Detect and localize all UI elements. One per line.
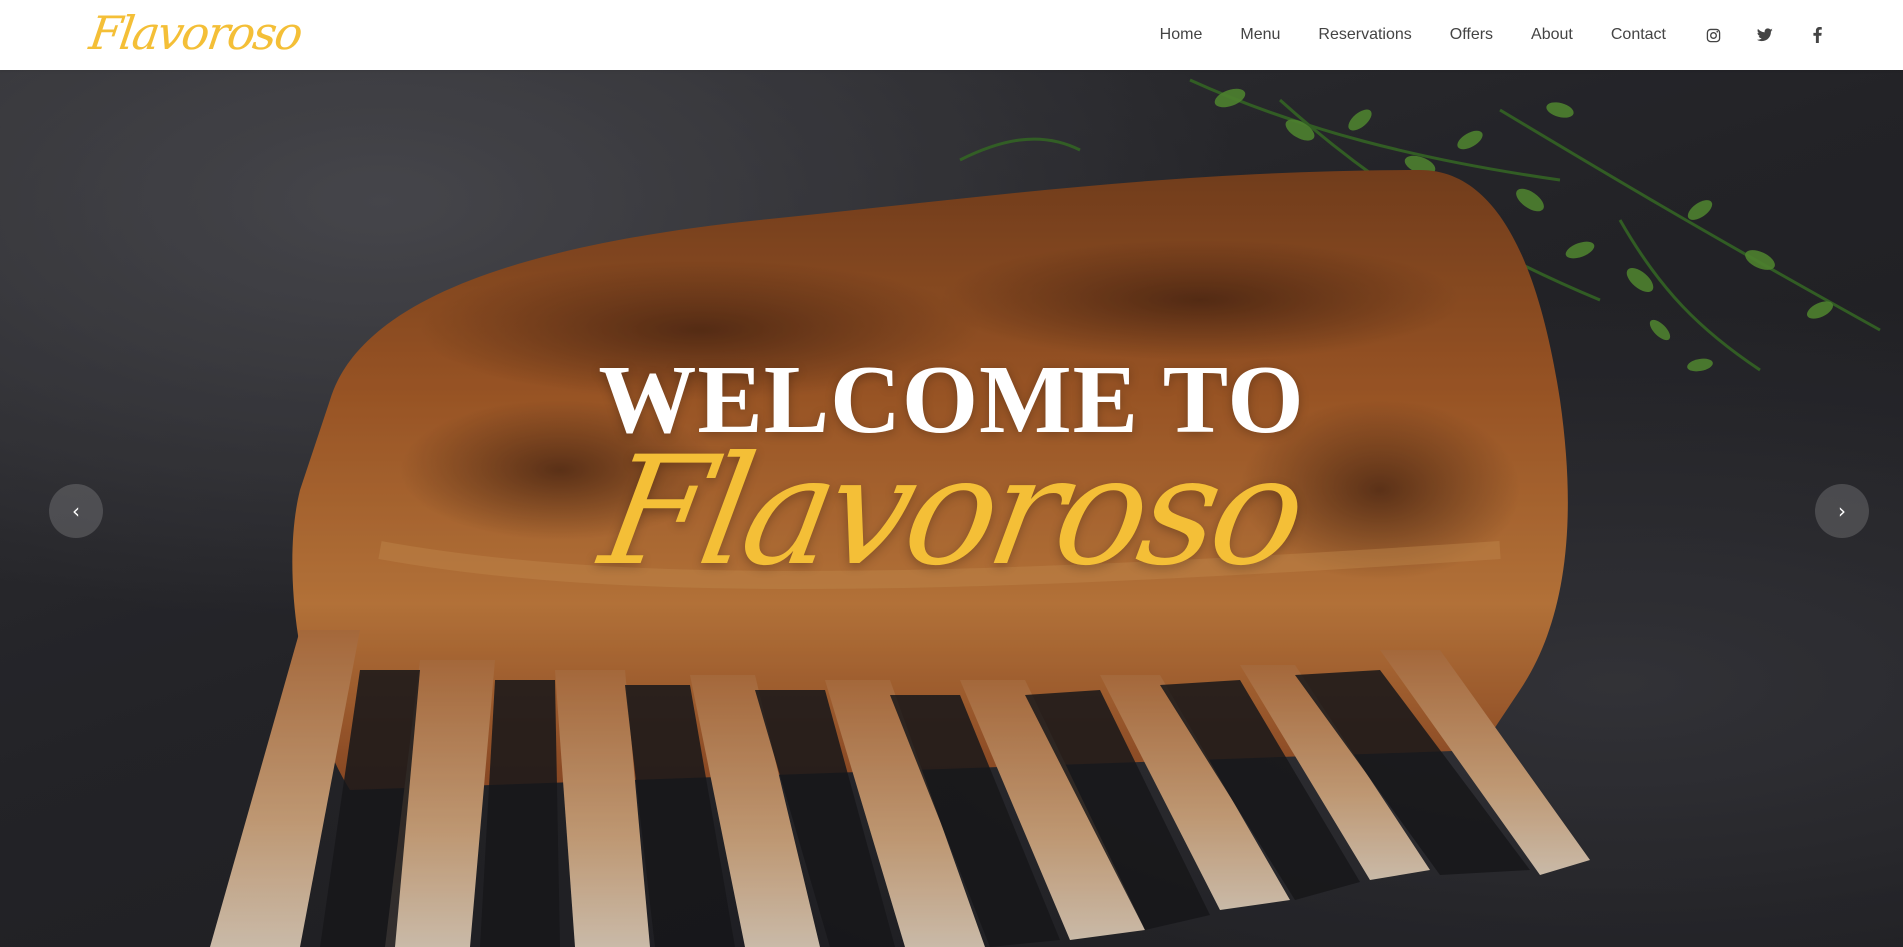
brand-logo[interactable]: Flavoroso (86, 4, 305, 62)
chevron-left-icon: ‹ (72, 499, 80, 523)
facebook-icon[interactable] (1808, 26, 1826, 44)
carousel-prev-button[interactable]: ‹ (49, 484, 103, 538)
hero-carousel: WELCOME TO Flavoroso ‹ › (0, 70, 1903, 947)
nav-link-offers[interactable]: Offers (1450, 26, 1493, 44)
top-navbar: Flavoroso Home Menu Reservations Offers … (0, 0, 1903, 70)
chevron-right-icon: › (1838, 499, 1846, 523)
nav-link-reservations[interactable]: Reservations (1318, 26, 1411, 44)
hero-script-title: Flavoroso (590, 425, 1313, 599)
nav-link-contact[interactable]: Contact (1611, 26, 1666, 44)
instagram-icon[interactable] (1704, 26, 1722, 44)
carousel-next-button[interactable]: › (1815, 484, 1869, 538)
nav-link-menu[interactable]: Menu (1240, 26, 1280, 44)
nav-link-home[interactable]: Home (1160, 26, 1203, 44)
social-links (1704, 26, 1826, 44)
twitter-icon[interactable] (1756, 26, 1774, 44)
nav-link-about[interactable]: About (1531, 26, 1573, 44)
main-nav: Home Menu Reservations Offers About Cont… (1160, 0, 1903, 70)
